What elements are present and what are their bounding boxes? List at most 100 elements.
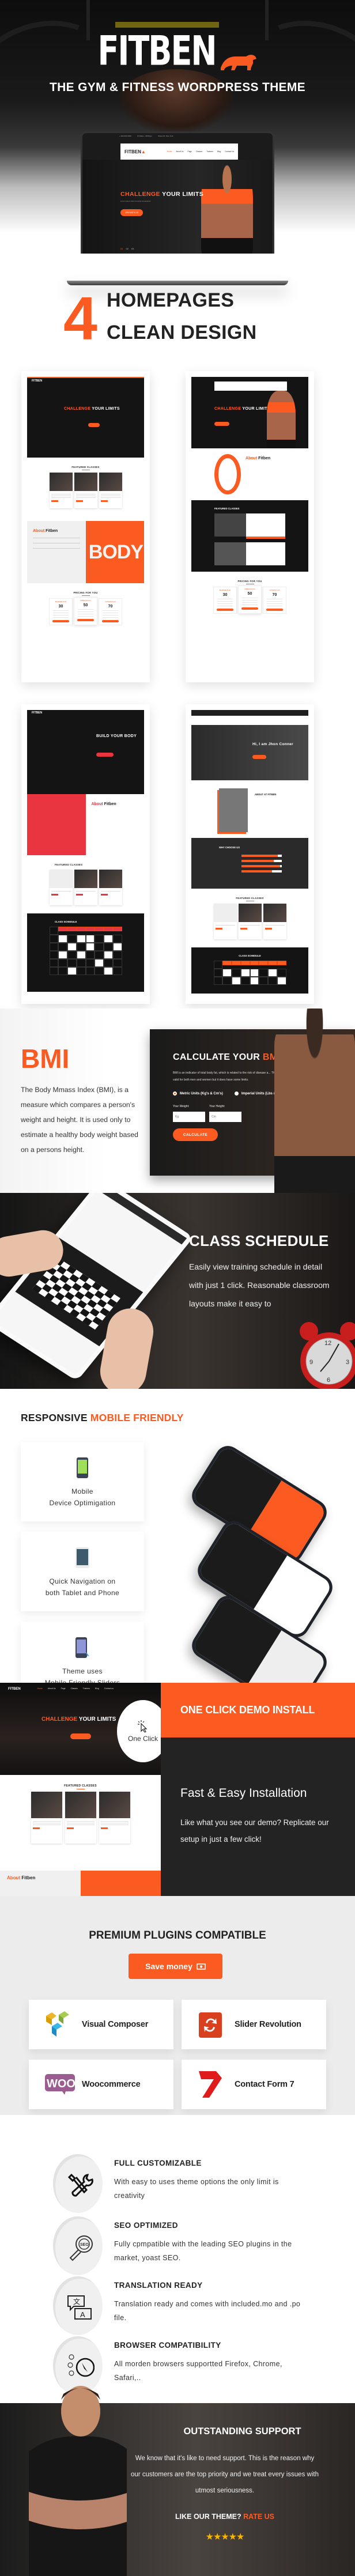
progress-fill — [241, 865, 280, 867]
laptop-topbar: + 000 000 0000 10:00am - 08:00pm Street 23… — [119, 135, 173, 137]
preview-featured: FEATURED CLASSES — [27, 855, 144, 913]
mock-nav-item: Page — [187, 150, 192, 153]
preview-hero: FITBEN BUILD YOUR BODY — [27, 710, 144, 794]
rate-us-link[interactable]: LIKE OUR THEME? RATE US — [130, 2513, 320, 2521]
feature-description: With easy to uses theme options the only… — [114, 2178, 279, 2200]
class-thumb — [49, 473, 73, 508]
save-money-label: Save money — [145, 1962, 192, 1971]
price-card: PREMIUM PLAN 50 — [238, 586, 262, 614]
preview-about: ABOUT AT FITBEN — [191, 780, 308, 838]
mock-nav-item: Classes — [195, 150, 203, 153]
body-word: BODY — [88, 541, 143, 563]
support-description: We know that it's like to need support. … — [131, 2455, 319, 2494]
plugin-contact-form-7: Contact Form 7 — [182, 2060, 326, 2109]
bmi-description: The Body Mmass Index (BMI), is a measure… — [21, 1086, 138, 1154]
preview-nav — [214, 382, 287, 391]
plugin-name: Slider Revolution — [235, 2020, 301, 2029]
mock-nav-item: Home — [167, 150, 172, 153]
plugin-slider-revolution: Slider Revolution — [182, 2000, 326, 2049]
preview-nav — [191, 716, 308, 725]
metric-units-radio[interactable]: Metric Units (Kg's & Cm's) — [173, 1091, 223, 1096]
preview-featured-dark: FEATURED CLASSES — [191, 500, 308, 572]
preview-featured: FEATURED CLASSES — [191, 889, 308, 947]
star-rating-icon: ★★★★★ — [205, 2532, 245, 2542]
preview-featured: FEATURED CLASSES — [27, 458, 144, 514]
feature-line: Mobile — [71, 1487, 93, 1495]
price-card: ULTIMATE PLAN 70 — [263, 587, 286, 614]
preview-hero: CHALLENGE YOUR LIMITS — [191, 377, 308, 448]
feature-description: Fully cpmpatible with the leading SEO pl… — [114, 2240, 292, 2262]
preview-hero-heading: Hi, I am Jhon Conner — [252, 742, 294, 746]
homepage-preview-3[interactable]: FITBEN BUILD YOUR BODY About Fitben FEAT… — [21, 704, 150, 1004]
price-card: PREMIUM PLAN 50 — [74, 597, 97, 625]
mock-hero-sub: Lorem ipsum dolor sit amet consectetur — [120, 200, 151, 202]
feature-title: SEO OPTIMIZED — [114, 2221, 178, 2230]
muscular-man-image — [274, 1009, 355, 1193]
cursor-click-icon — [138, 1720, 148, 1732]
save-money-button[interactable]: Save money — [129, 1954, 222, 1979]
mock-logo: FITBEN▲ — [124, 149, 146, 154]
feature-description: Translation ready and comes with include… — [114, 2300, 301, 2322]
slider-revolution-icon — [199, 2012, 222, 2038]
laptop-navbar: FITBEN▲ Home About Us Page Classes Train… — [120, 143, 238, 160]
progress-bar — [241, 860, 282, 862]
mock-nav-item: Trainers — [206, 150, 213, 153]
theme-showcase-page: FITBEN THE GYM & FITNESS WORDPRESS THEME… — [0, 0, 355, 2576]
preview-why-choose: WHY CHOOSE US — [191, 838, 308, 889]
progress-fill — [241, 855, 278, 857]
smartphone-icon — [77, 1457, 88, 1478]
plugin-name: Woocommerce — [82, 2080, 141, 2089]
demo-preview: FITBEN Home About Us Page Classes Trainers Bl… — [0, 1683, 161, 1896]
svg-text:6: 6 — [327, 1377, 330, 1384]
preview-about: About Fitben BODY — [27, 521, 144, 583]
plugins-title: PREMIUM PLUGINS COMPATIBLE — [89, 1929, 266, 1942]
homepage-preview-4[interactable]: Hi, I am Jhon Conner ABOUT AT FITBEN WHY… — [186, 704, 314, 1004]
preview-hero-heading: BUILD YOUR BODY — [96, 734, 137, 738]
homepages-line1: HOMEPAGES — [107, 289, 235, 311]
mock-nav-item: Contact Us — [225, 150, 234, 153]
height-input[interactable] — [209, 1112, 241, 1122]
fitness-woman-image — [201, 160, 253, 254]
imperial-units-radio[interactable]: Imperial Units (Lbs & — [234, 1091, 276, 1096]
preview-about: About Fitben — [191, 448, 308, 500]
class-thumb — [74, 473, 97, 508]
seo-magnifier-icon: SEO — [69, 2235, 93, 2261]
feature-line: Device Optimigation — [49, 1499, 116, 1507]
progress-fill — [241, 870, 272, 872]
plugin-visual-composer: Visual Composer — [29, 2000, 173, 2049]
homepage-preview-2[interactable]: CHALLENGE YOUR LIMITS About Fitben FEATU… — [186, 371, 314, 682]
preview-hero-heading: CHALLENGE YOUR LIMITS — [64, 407, 120, 411]
features-section: FULL CUSTOMIZABLE With easy to uses them… — [0, 2115, 355, 2395]
feature-card-sliders: Theme uses Mobile Friendly Sliders — [21, 1622, 144, 1691]
feature-title: BROWSER COMPATIBILITY — [114, 2341, 221, 2350]
bear-icon — [220, 55, 256, 70]
calculate-button[interactable]: CALCULATE — [173, 1128, 218, 1141]
feature-line: Quick Navigation on — [49, 1577, 116, 1585]
mock-slider-dots: 01 02 03 — [120, 247, 134, 250]
alarm-clock-icon: 12 9 3 6 — [300, 1322, 355, 1389]
progress-bar — [241, 865, 282, 867]
svg-text:SEO: SEO — [80, 2243, 89, 2247]
money-icon — [197, 1963, 206, 1970]
contact-form-7-icon — [199, 2071, 222, 2098]
plugins-section: PREMIUM PLUGINS COMPATIBLE Save money Vi… — [0, 1896, 355, 2115]
preview-about: About Fitben — [27, 794, 144, 855]
mock-nav-item: About Us — [176, 150, 184, 153]
radio-unchecked-icon — [234, 1091, 239, 1096]
class-thumb — [99, 473, 122, 508]
feature-description: All morden browsers supportted Firefox, … — [114, 2360, 282, 2382]
homepage-preview-1[interactable]: FITBEN CHALLENGE YOUR LIMITS FEATURED CL… — [21, 371, 150, 682]
feature-title: TRANSLATION READY — [114, 2281, 203, 2290]
responsive-section: RESPONSIVE MOBILE FRIENDLY Mobile Device… — [0, 1389, 355, 1717]
athlete-image — [118, 69, 233, 133]
support-section: OUTSTANDING SUPPORT We know that it's li… — [0, 2386, 355, 2576]
progress-bars — [241, 852, 282, 875]
weight-input[interactable] — [173, 1112, 205, 1122]
homepage-count: 4 — [63, 285, 97, 353]
price-card: ULTIMATE PLAN 70 — [99, 598, 122, 625]
preview-pricing: PRICING FOR YOU BEGINNER PLAN 30 PREMIUM … — [191, 572, 308, 614]
feature-line: both Tablet and Phone — [45, 1589, 120, 1597]
bmi-title: BMI — [21, 1044, 70, 1074]
height-label: Your Height: — [209, 1105, 225, 1108]
visual-composer-icon — [46, 2011, 69, 2037]
